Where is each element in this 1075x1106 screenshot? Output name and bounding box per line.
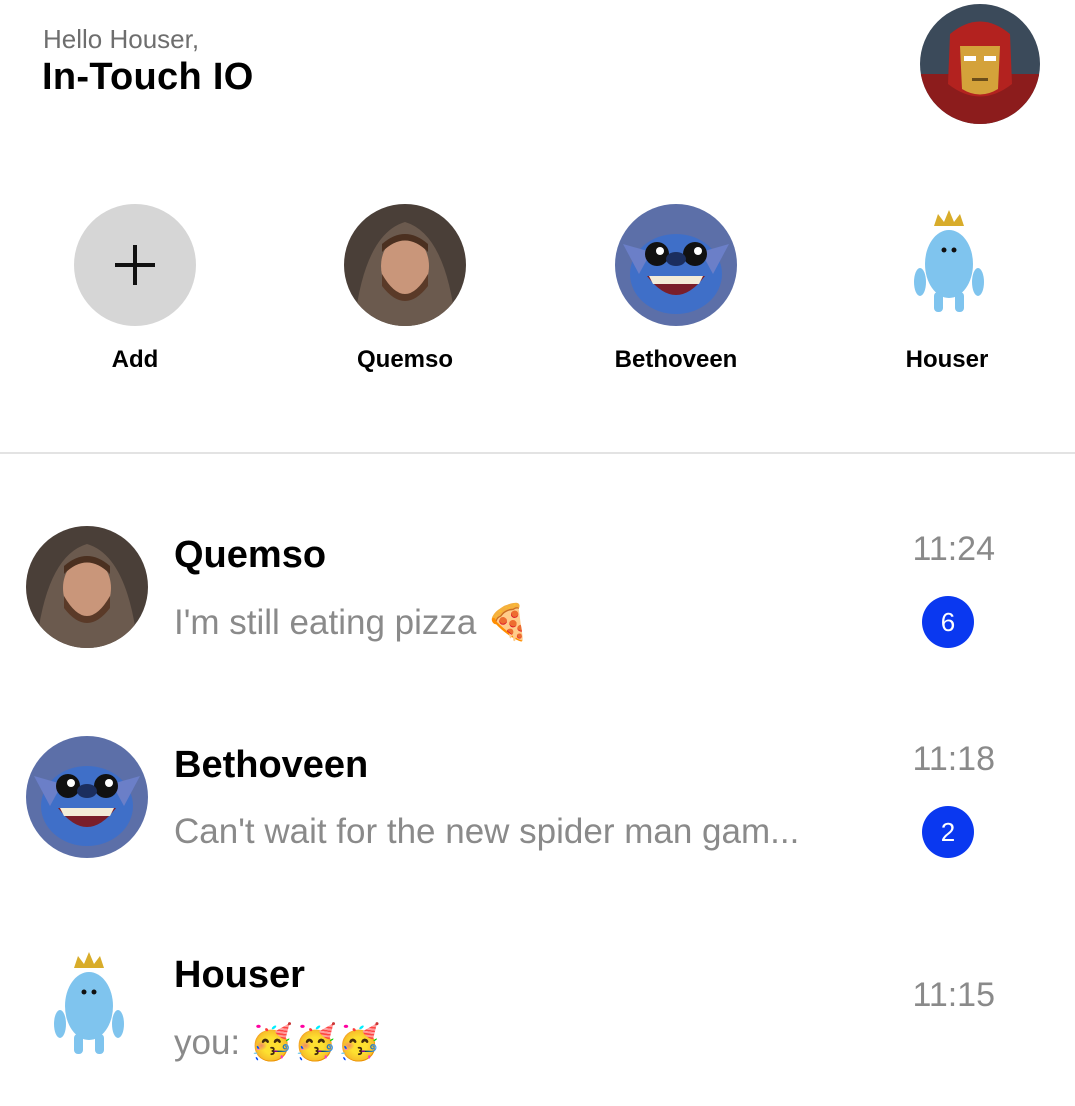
- chat-preview: I'm still eating pizza 🍕: [174, 603, 530, 642]
- story-label: Houser: [905, 346, 989, 373]
- chat-time: 11:24: [912, 530, 995, 568]
- chat-item-houser[interactable]: Houser you: 🥳🥳🥳 11:15: [0, 946, 1075, 1106]
- story-label: Quemso: [356, 346, 454, 373]
- chat-item-quemso[interactable]: Quemso I'm still eating pizza 🍕 11:24 6: [0, 526, 1075, 686]
- chat-name: Quemso: [174, 534, 327, 576]
- story-avatar[interactable]: [886, 204, 1008, 326]
- plus-icon: [115, 245, 155, 285]
- chat-name: Houser: [174, 954, 305, 996]
- unread-badge: 2: [922, 806, 974, 858]
- bearded-man-avatar-icon: [344, 204, 466, 326]
- chat-preview: you: 🥳🥳🥳: [174, 1023, 381, 1062]
- blue-bean-crown-avatar-icon: [914, 210, 984, 312]
- story-avatar[interactable]: [344, 204, 466, 326]
- app-title: In-Touch IO: [42, 56, 254, 98]
- chat-time: 11:15: [912, 976, 995, 1014]
- armored-hero-icon: [920, 4, 1040, 124]
- chat-name: Bethoveen: [174, 744, 369, 786]
- story-label: Add: [111, 346, 159, 373]
- story-houser[interactable]: Houser: [847, 200, 1047, 374]
- story-bethoveen[interactable]: Bethoveen: [576, 200, 776, 374]
- story-quemso[interactable]: Quemso: [305, 200, 505, 374]
- bearded-man-avatar-icon: [26, 526, 148, 648]
- chat-preview: Can't wait for the new spider man gam...: [174, 812, 800, 851]
- add-story-button[interactable]: [74, 204, 196, 326]
- blue-bean-crown-avatar-icon: [54, 952, 124, 1054]
- story-add[interactable]: Add: [35, 200, 235, 374]
- unread-badge: 6: [922, 596, 974, 648]
- greeting-text: Hello Houser,: [43, 24, 200, 54]
- story-avatar[interactable]: [615, 204, 737, 326]
- blue-alien-avatar-icon: [615, 204, 737, 326]
- stories-row: Add Quemso Bethoveen Houser: [0, 200, 1075, 400]
- chat-avatar: [26, 736, 148, 858]
- chat-item-bethoveen[interactable]: Bethoveen Can't wait for the new spider …: [0, 736, 1075, 896]
- story-label: Bethoveen: [614, 346, 738, 373]
- chat-avatar: [26, 946, 148, 1068]
- chat-avatar: [26, 526, 148, 648]
- divider: [0, 452, 1075, 454]
- blue-alien-avatar-icon: [26, 736, 148, 858]
- chat-time: 11:18: [912, 740, 995, 778]
- profile-avatar[interactable]: [920, 4, 1040, 124]
